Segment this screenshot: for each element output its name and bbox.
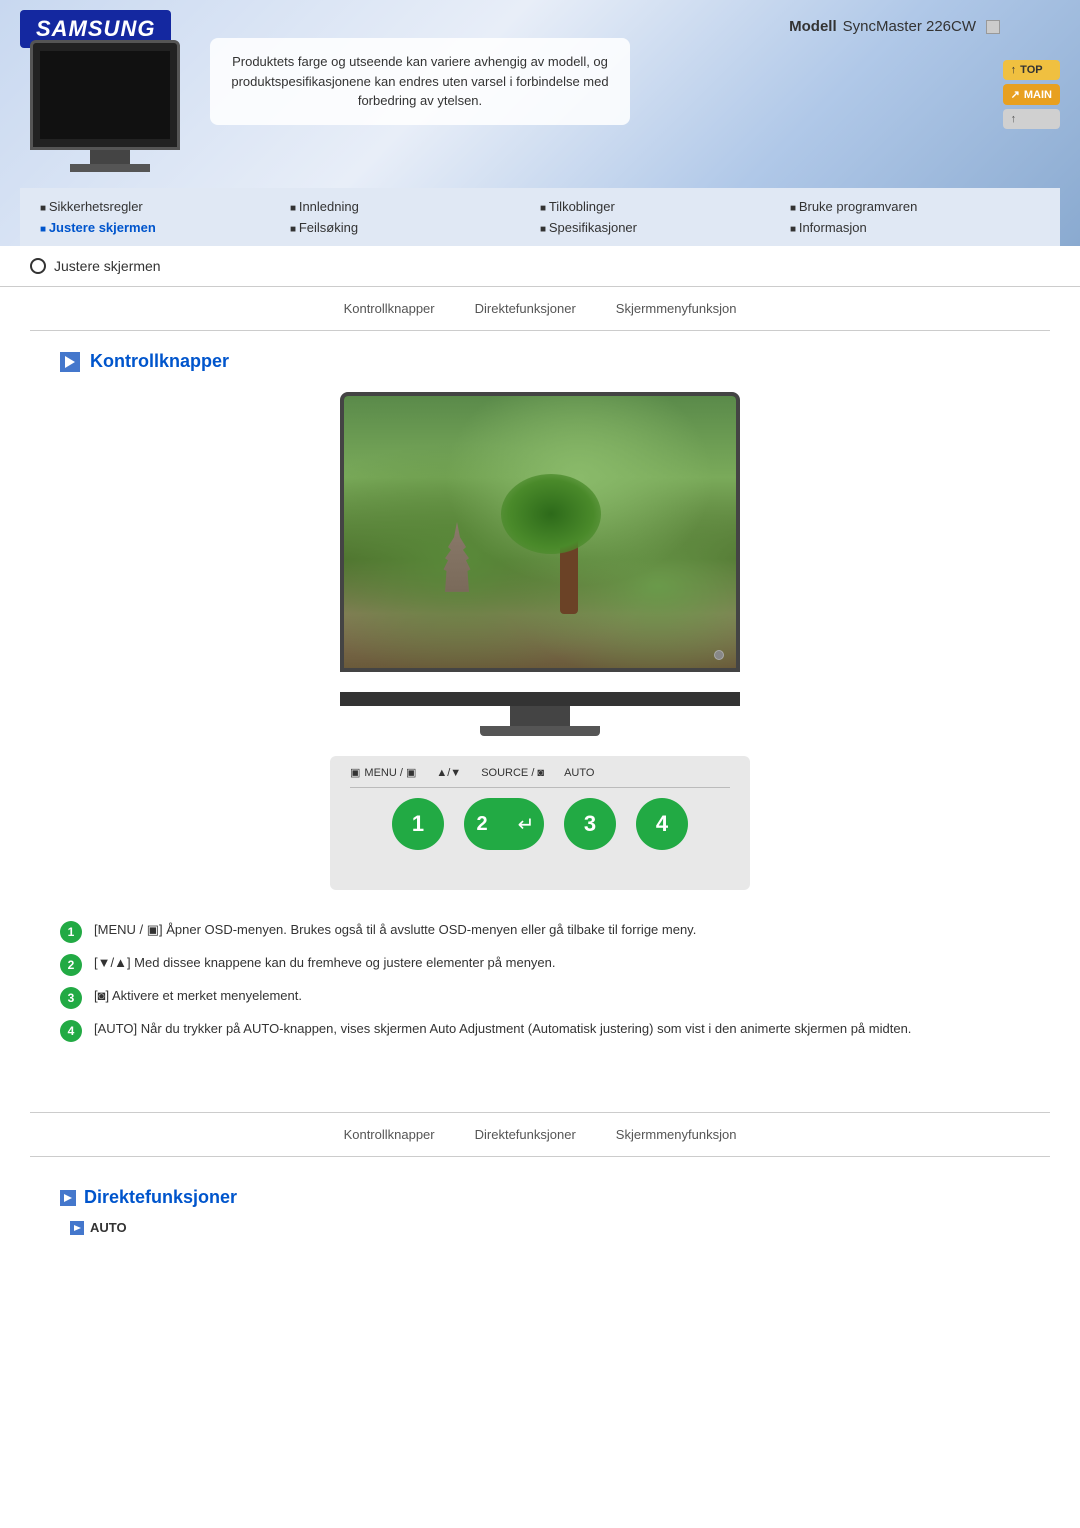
main-content: Kontrollknapper ▣ MENU / ▣ ▲/▼ SOURCE / … (0, 331, 1080, 1092)
auto-item: AUTO (60, 1220, 1020, 1235)
label-menu: ▣ MENU / ▣ (350, 766, 416, 779)
product-notice-bubble: Produktets farge og utseende kan variere… (210, 38, 630, 125)
top-button[interactable]: ↑ TOP (1003, 60, 1060, 80)
desc-num-1: 1 (60, 921, 82, 943)
desc-text-3: [◙] Aktivere et merket menyelement. (94, 986, 302, 1006)
desc-num-2: 2 (60, 954, 82, 976)
nav-item-bruke-programvaren[interactable]: Bruke programvaren (790, 196, 1040, 217)
button-group: 1 2 ↵ 3 4 (350, 798, 730, 850)
auto-play-icon (74, 1225, 81, 1231)
section1-title: Kontrollknapper (90, 351, 229, 372)
nav-col-2: Innledning Feilsøking (290, 196, 540, 238)
desc-num-4: 4 (60, 1020, 82, 1042)
desc-item-4: 4 [AUTO] Når du trykker på AUTO-knappen,… (60, 1019, 1020, 1042)
auto-icon (70, 1221, 84, 1235)
control-panel: ▣ MENU / ▣ ▲/▼ SOURCE / ◙ AUTO 1 2 ↵ 3 (330, 756, 750, 890)
section2-heading: Direktefunksjoner (60, 1187, 1020, 1208)
nav-item-justere-skjermen[interactable]: Justere skjermen (40, 217, 290, 238)
button-3[interactable]: 3 (564, 798, 616, 850)
nav-col-1: Sikkerhetsregler Justere skjermen (40, 196, 290, 238)
desc-text-2: [▼/▲] Med dissee knappene kan du fremhev… (94, 953, 556, 973)
button-2-connector (500, 798, 508, 850)
bottom-tab-kontrollknapper[interactable]: Kontrollknapper (344, 1127, 435, 1142)
nav-item-spesifikasjoner[interactable]: Spesifikasjoner (540, 217, 790, 238)
section2-play-icon (64, 1194, 72, 1202)
desc-item-2: 2 [▼/▲] Med dissee knappene kan du fremh… (60, 953, 1020, 976)
nav-item-innledning[interactable]: Innledning (290, 196, 540, 217)
desc-num-3: 3 (60, 987, 82, 1009)
header: SAMSUNG Modell SyncMaster 226CW Produkte… (0, 0, 1080, 246)
monitor-display-container (330, 392, 750, 736)
auto-label: AUTO (90, 1220, 127, 1235)
play-icon (65, 356, 75, 368)
model-name: SyncMaster 226CW (843, 18, 976, 35)
main-arrow-icon: ↗ (1011, 88, 1020, 101)
section2-title: Direktefunksjoner (84, 1187, 237, 1208)
source-icon: SOURCE / ◙ (481, 767, 544, 779)
monitor-power-dot (714, 650, 724, 660)
button-2-left: 2 (464, 798, 500, 850)
descriptions-list: 1 [MENU / ▣] Åpner OSD-menyen. Brukes og… (60, 920, 1020, 1042)
nav-item-sikkerhetsregler[interactable]: Sikkerhetsregler (40, 196, 290, 217)
back-button[interactable]: ↑ (1003, 109, 1060, 129)
top-tabs: Kontrollknapper Direktefunksjoner Skjerm… (30, 287, 1050, 331)
label-source: SOURCE / ◙ (481, 767, 544, 779)
arrows-icon: ▲/▼ (436, 767, 461, 779)
monitor-display-base (480, 726, 600, 736)
button-4[interactable]: 4 (636, 798, 688, 850)
bottom-tab-direktefunksjoner[interactable]: Direktefunksjoner (475, 1127, 576, 1142)
model-box-indicator (986, 20, 1000, 34)
breadcrumb-text: Justere skjermen (54, 258, 161, 274)
side-buttons-panel: ↑ TOP ↗ MAIN ↑ (1003, 60, 1060, 129)
monitor-screen (40, 51, 170, 139)
nav-item-tilkoblinger[interactable]: Tilkoblinger (540, 196, 790, 217)
breadcrumb-section: Justere skjermen (0, 246, 1080, 287)
breadcrumb-icon (30, 258, 46, 274)
tab-kontrollknapper[interactable]: Kontrollknapper (344, 301, 435, 316)
tree-canopy (501, 474, 601, 554)
label-auto: AUTO (564, 767, 594, 779)
section2: Direktefunksjoner AUTO (0, 1177, 1080, 1255)
monitor-bottom-bezel (340, 692, 740, 706)
nav-item-informasjon[interactable]: Informasjon (790, 217, 1040, 238)
section1-icon (60, 352, 80, 372)
tab-skjermmenyfunksjon[interactable]: Skjermmenyfunksjon (616, 301, 737, 316)
desc-text-4: [AUTO] Når du trykker på AUTO-knappen, v… (94, 1019, 911, 1039)
desc-text-1: [MENU / ▣] Åpner OSD-menyen. Brukes også… (94, 920, 696, 940)
button-1[interactable]: 1 (392, 798, 444, 850)
nav-item-feilsoking[interactable]: Feilsøking (290, 217, 540, 238)
bottom-tabs: Kontrollknapper Direktefunksjoner Skjerm… (30, 1112, 1050, 1157)
desc-item-3: 3 [◙] Aktivere et merket menyelement. (60, 986, 1020, 1009)
back-icon: ↑ (1011, 113, 1017, 125)
model-label: Modell (789, 18, 837, 35)
monitor-display (340, 392, 740, 672)
section2-icon (60, 1190, 76, 1206)
monitor-base (70, 164, 150, 172)
main-button[interactable]: ↗ MAIN (1003, 84, 1060, 105)
top-arrow-icon: ↑ (1011, 64, 1017, 76)
monitor-image (30, 40, 190, 170)
label-arrows: ▲/▼ (436, 767, 461, 779)
desc-item-1: 1 [MENU / ▣] Åpner OSD-menyen. Brukes og… (60, 920, 1020, 943)
monitor-stand (90, 150, 130, 164)
section1-heading: Kontrollknapper (60, 351, 1020, 372)
monitor-display-stand (510, 706, 570, 726)
nav-col-4: Bruke programvaren Informasjon (790, 196, 1040, 238)
bottom-tab-skjermmenyfunksjon[interactable]: Skjermmenyfunksjon (616, 1127, 737, 1142)
tab-direktefunksjoner[interactable]: Direktefunksjoner (475, 301, 576, 316)
button-2[interactable]: 2 ↵ (464, 798, 544, 850)
control-labels: ▣ MENU / ▣ ▲/▼ SOURCE / ◙ AUTO (350, 766, 730, 779)
nav-col-3: Tilkoblinger Spesifikasjoner (540, 196, 790, 238)
menu-icon: ▣ (350, 766, 360, 779)
navigation-bar: Sikkerhetsregler Justere skjermen Innled… (20, 188, 1060, 246)
button-2-right: ↵ (508, 798, 544, 850)
